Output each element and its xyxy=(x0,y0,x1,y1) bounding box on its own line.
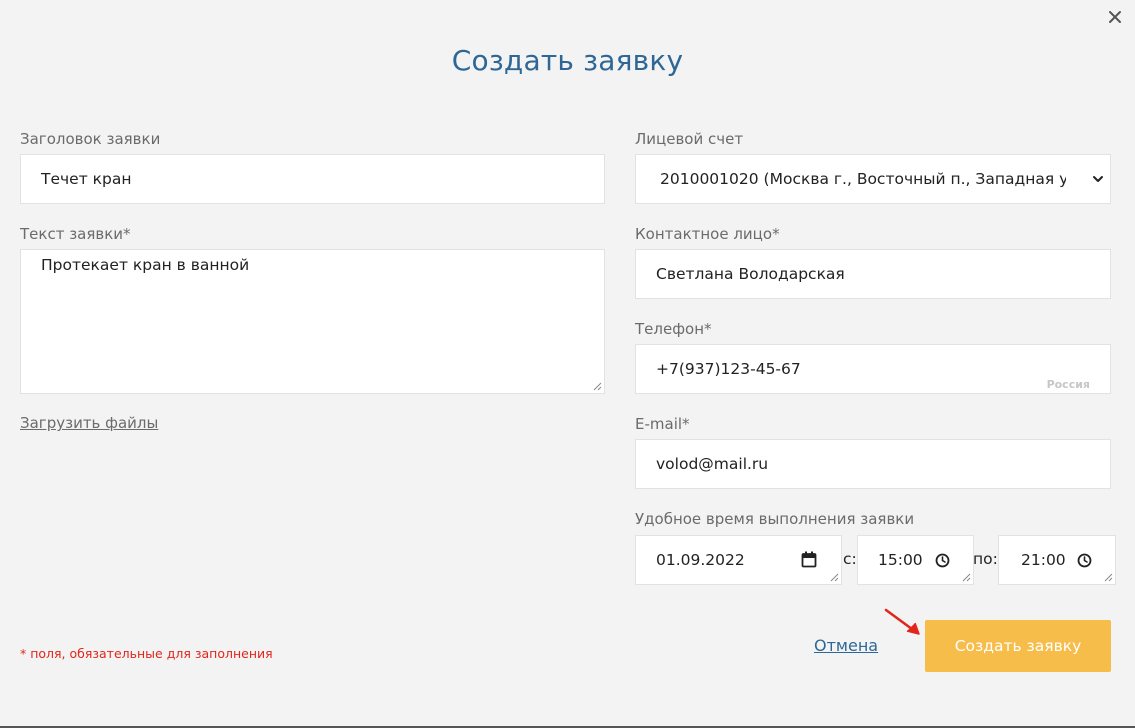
email-value: volod@mail.ru xyxy=(656,455,769,473)
required-fields-note: * поля, обязательные для заполнения xyxy=(20,646,273,661)
resize-grip-icon[interactable] xyxy=(830,573,839,582)
account-select[interactable]: 2010001020 (Москва г., Восточный п., Зап… xyxy=(635,154,1111,204)
upload-files-link[interactable]: Загрузить файлы xyxy=(20,414,158,432)
text-value: Протекает кран в ванной xyxy=(41,256,250,274)
subject-label: Заголовок заявки xyxy=(20,130,161,148)
email-label: E-mail* xyxy=(635,415,690,433)
time-from-value: 15:00 xyxy=(878,551,923,569)
time-to-value: 21:00 xyxy=(1021,551,1066,569)
phone-country-hint: Россия xyxy=(1046,378,1090,391)
phone-label: Телефон* xyxy=(635,320,712,338)
close-button[interactable] xyxy=(1105,7,1125,27)
clock-icon[interactable] xyxy=(1077,553,1092,568)
subject-input[interactable]: Течет кран xyxy=(20,154,605,204)
dialog-title: Создать заявку xyxy=(451,44,684,77)
text-textarea[interactable]: Протекает кран в ванной xyxy=(20,249,605,394)
phone-value: +7(937)123-45-67 xyxy=(656,360,801,378)
resize-grip-icon[interactable] xyxy=(1104,573,1113,582)
phone-input[interactable]: +7(937)123-45-67 Россия xyxy=(635,344,1111,394)
contact-value: Светлана Володарская xyxy=(656,265,845,283)
subject-value: Течет кран xyxy=(41,170,132,188)
clock-icon[interactable] xyxy=(935,553,950,568)
calendar-icon[interactable] xyxy=(801,551,817,568)
resize-grip-icon[interactable] xyxy=(593,382,602,391)
account-selected-value: 2010001020 (Москва г., Восточный п., Зап… xyxy=(660,170,1066,188)
preferred-time-label: Удобное время выполнения заявки xyxy=(635,510,915,528)
cancel-link[interactable]: Отмена xyxy=(814,636,878,655)
create-request-dialog: Создать заявку Заголовок заявки Течет кр… xyxy=(0,0,1135,728)
resize-grip-icon[interactable] xyxy=(962,573,971,582)
text-label: Текст заявки* xyxy=(20,225,131,243)
create-request-button[interactable]: Создать заявку xyxy=(925,620,1111,672)
date-input[interactable]: 01.09.2022 xyxy=(635,535,842,585)
time-to-label: по: xyxy=(973,550,998,568)
contact-label: Контактное лицо* xyxy=(635,225,780,243)
date-value: 01.09.2022 xyxy=(656,551,745,569)
time-from-label: с: xyxy=(843,550,857,568)
contact-input[interactable]: Светлана Володарская xyxy=(635,249,1111,299)
account-label: Лицевой счет xyxy=(635,130,744,148)
chevron-down-icon xyxy=(1093,176,1103,182)
email-input[interactable]: volod@mail.ru xyxy=(635,439,1111,489)
close-icon xyxy=(1109,11,1121,23)
time-from-input[interactable]: 15:00 xyxy=(857,535,974,585)
time-to-input[interactable]: 21:00 xyxy=(998,535,1116,585)
annotation-arrow-icon xyxy=(884,608,920,635)
